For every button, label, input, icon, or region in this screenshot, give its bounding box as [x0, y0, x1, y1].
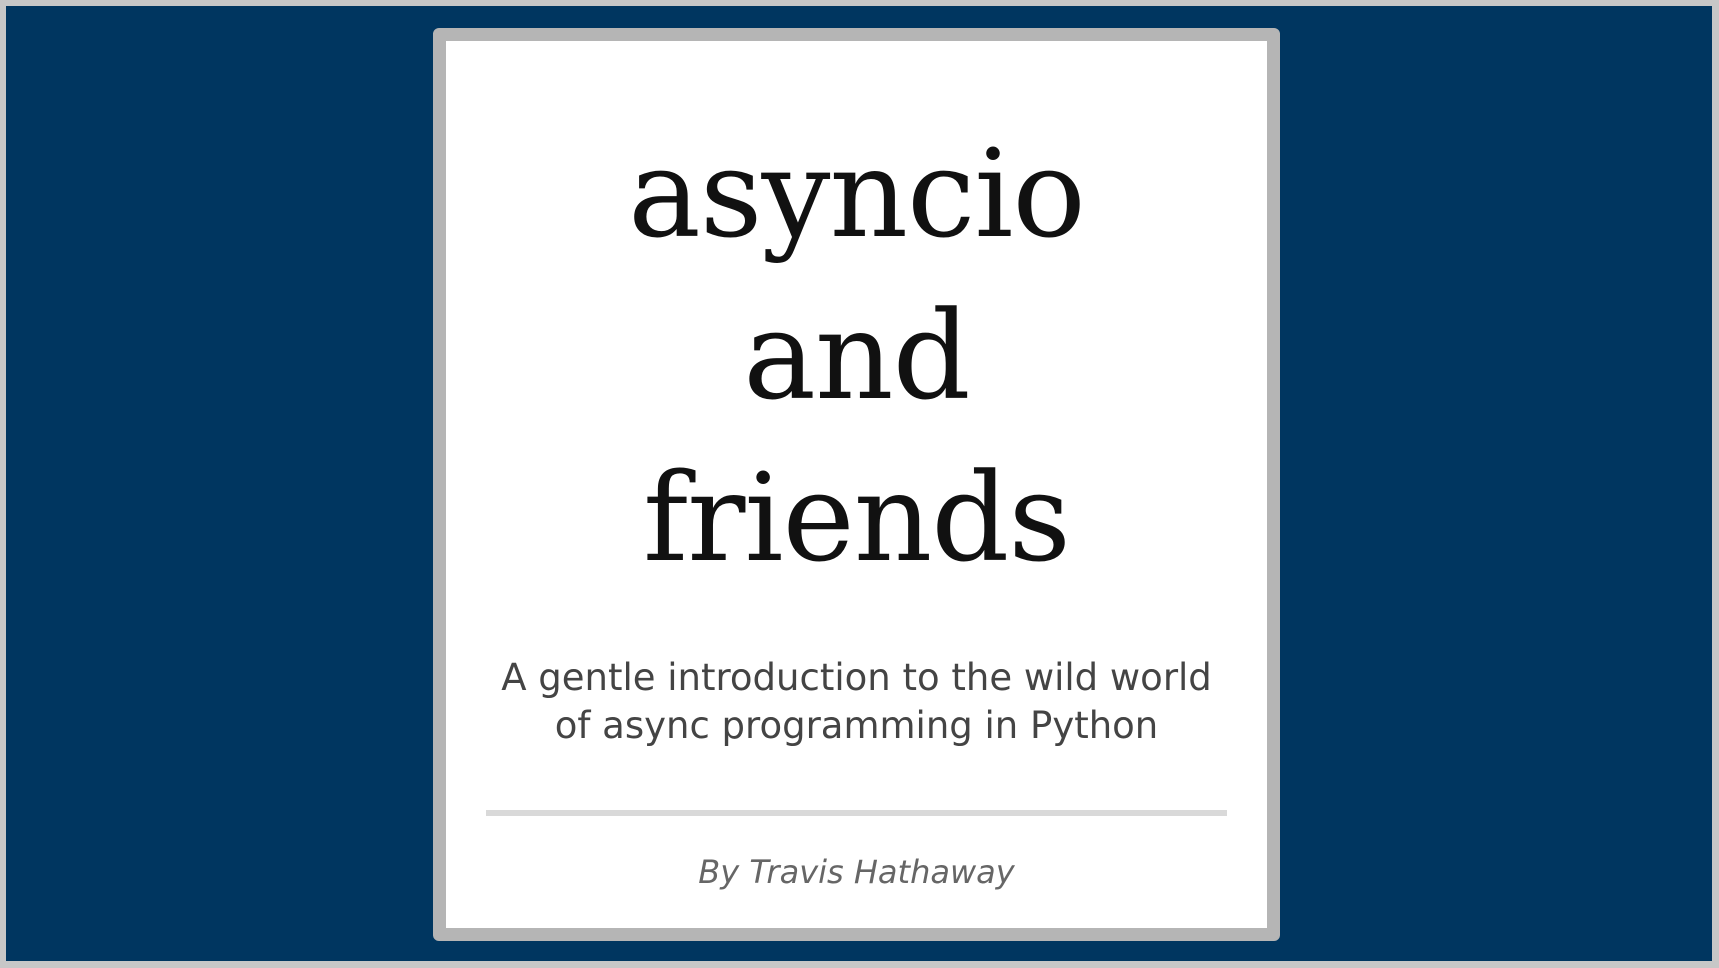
- cover-title-line: and: [743, 285, 970, 427]
- screenshot-frame: asyncio and friends A gentle introductio…: [0, 0, 1719, 968]
- book-cover-card: asyncio and friends A gentle introductio…: [433, 28, 1280, 941]
- cover-subtitle-line: of async programming in Python: [554, 704, 1159, 747]
- cover-title-line: asyncio: [628, 123, 1086, 265]
- cover-title: asyncio and friends: [446, 113, 1267, 599]
- slide-background: asyncio and friends A gentle introductio…: [6, 6, 1712, 961]
- cover-author: By Travis Hathaway: [698, 853, 1015, 891]
- cover-subtitle: A gentle introduction to the wild world …: [477, 654, 1237, 750]
- cover-divider: [486, 810, 1227, 816]
- cover-title-line: friends: [643, 447, 1071, 589]
- cover-subtitle-line: A gentle introduction to the wild world: [501, 656, 1212, 699]
